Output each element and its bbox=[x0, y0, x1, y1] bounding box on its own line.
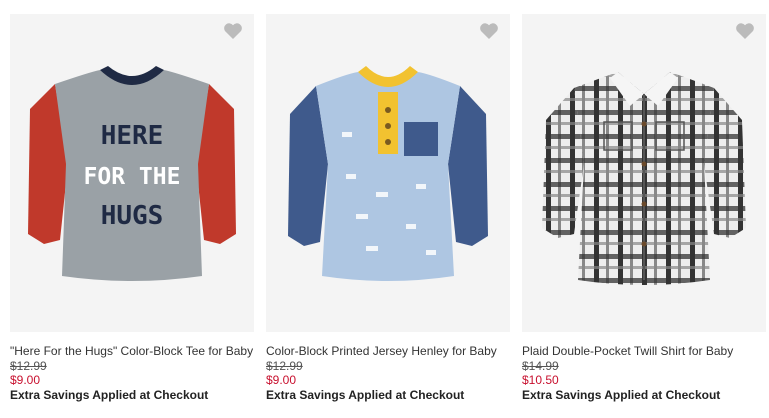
product-card: Plaid Double-Pocket Twill Shirt for Baby… bbox=[522, 14, 766, 402]
product-card: HERE FOR THE HUGS "Here For the Hugs" Co… bbox=[10, 14, 254, 402]
sale-price: $10.50 bbox=[522, 373, 559, 387]
original-price: $12.99 bbox=[266, 358, 303, 373]
product-image-plaid-shirt bbox=[542, 72, 746, 285]
product-info: "Here For the Hugs" Color-Block Tee for … bbox=[10, 332, 254, 402]
original-price: $12.99 bbox=[10, 358, 47, 373]
sale-price: $9.00 bbox=[10, 373, 41, 387]
product-image-link[interactable]: HERE FOR THE HUGS bbox=[10, 14, 254, 332]
heart-icon[interactable] bbox=[735, 22, 755, 40]
product-info: Plaid Double-Pocket Twill Shirt for Baby… bbox=[522, 332, 766, 402]
sale-price: $9.00 bbox=[266, 373, 297, 387]
product-image-hugs-tee: HERE FOR THE HUGS bbox=[28, 66, 236, 281]
original-price: $14.99 bbox=[522, 358, 559, 373]
promo-text: Extra Savings Applied at Checkout bbox=[522, 387, 721, 402]
promo-text: Extra Savings Applied at Checkout bbox=[266, 387, 465, 402]
graphic-text-line3: HUGS bbox=[101, 201, 164, 231]
product-image-link[interactable] bbox=[522, 14, 766, 332]
product-name-link[interactable]: Plaid Double-Pocket Twill Shirt for Baby bbox=[522, 344, 766, 359]
product-name-link[interactable]: "Here For the Hugs" Color-Block Tee for … bbox=[10, 344, 254, 359]
product-grid: HERE FOR THE HUGS "Here For the Hugs" Co… bbox=[0, 0, 769, 418]
product-info: Color-Block Printed Jersey Henley for Ba… bbox=[266, 332, 510, 402]
graphic-text-line2: FOR THE bbox=[84, 164, 181, 190]
heart-icon[interactable] bbox=[479, 22, 499, 40]
product-card: Color-Block Printed Jersey Henley for Ba… bbox=[266, 14, 510, 402]
heart-icon[interactable] bbox=[223, 22, 243, 40]
graphic-text-line1: HERE bbox=[101, 121, 164, 151]
promo-text: Extra Savings Applied at Checkout bbox=[10, 387, 209, 402]
product-name-link[interactable]: Color-Block Printed Jersey Henley for Ba… bbox=[266, 344, 510, 359]
product-image-henley bbox=[288, 66, 488, 281]
product-image-link[interactable] bbox=[266, 14, 510, 332]
